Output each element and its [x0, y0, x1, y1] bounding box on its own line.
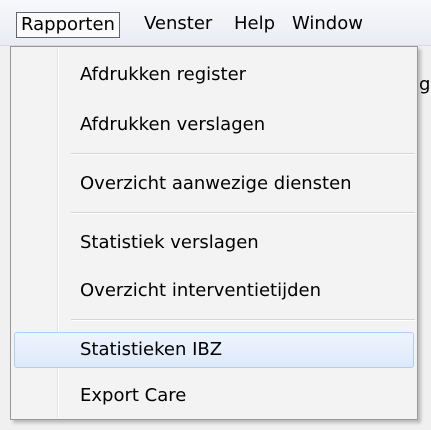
menu-separator — [71, 153, 415, 155]
menu-item-statistieken-ibz[interactable]: Statistieken IBZ — [14, 332, 414, 368]
menubar-item-window[interactable]: Window — [288, 12, 367, 38]
rapporten-dropdown-menu: Afdrukken register Afdrukken verslagen O… — [10, 46, 418, 420]
menu-bar: Rapporten Venster Help Window — [0, 0, 431, 46]
menubar-item-help[interactable]: Help — [230, 12, 279, 38]
menu-item-afdrukken-register[interactable]: Afdrukken register — [14, 57, 414, 93]
menu-item-afdrukken-verslagen[interactable]: Afdrukken verslagen — [14, 107, 414, 143]
menu-item-statistiek-verslagen[interactable]: Statistiek verslagen — [14, 225, 414, 261]
menubar-item-rapporten[interactable]: Rapporten — [16, 12, 120, 38]
menu-item-export-care[interactable]: Export Care — [14, 378, 414, 414]
menu-item-overzicht-aanwezige-diensten[interactable]: Overzicht aanwezige diensten — [14, 166, 414, 202]
menu-item-overzicht-interventietijden[interactable]: Overzicht interventietijden — [14, 273, 414, 309]
menu-separator — [71, 212, 415, 214]
menu-separator — [71, 319, 415, 321]
menubar-item-venster[interactable]: Venster — [140, 12, 216, 38]
background-text-fragment: g — [419, 74, 431, 95]
